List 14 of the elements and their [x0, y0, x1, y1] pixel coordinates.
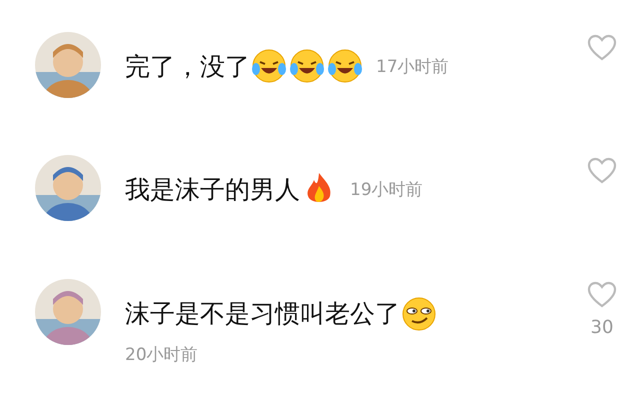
timestamp: 17小时前	[376, 56, 449, 78]
timestamp: 20小时前	[125, 344, 198, 366]
like-icon[interactable]	[587, 34, 617, 62]
laughing-crying-emoji-icon	[326, 47, 364, 85]
like-icon[interactable]	[587, 280, 617, 309]
comment-text: 我是沫子的男人	[125, 174, 300, 206]
like-icon[interactable]	[587, 157, 617, 186]
comment-text: 沫子是不是习惯叫老公了	[125, 298, 400, 330]
comment-text: 完了，没了	[125, 50, 250, 82]
laughing-crying-emoji-icon	[288, 47, 326, 85]
like-count: 30	[590, 316, 614, 338]
laughing-crying-emoji-icon	[250, 47, 288, 85]
timestamp: 19小时前	[350, 178, 423, 201]
smirking-emoji-icon	[400, 294, 438, 333]
